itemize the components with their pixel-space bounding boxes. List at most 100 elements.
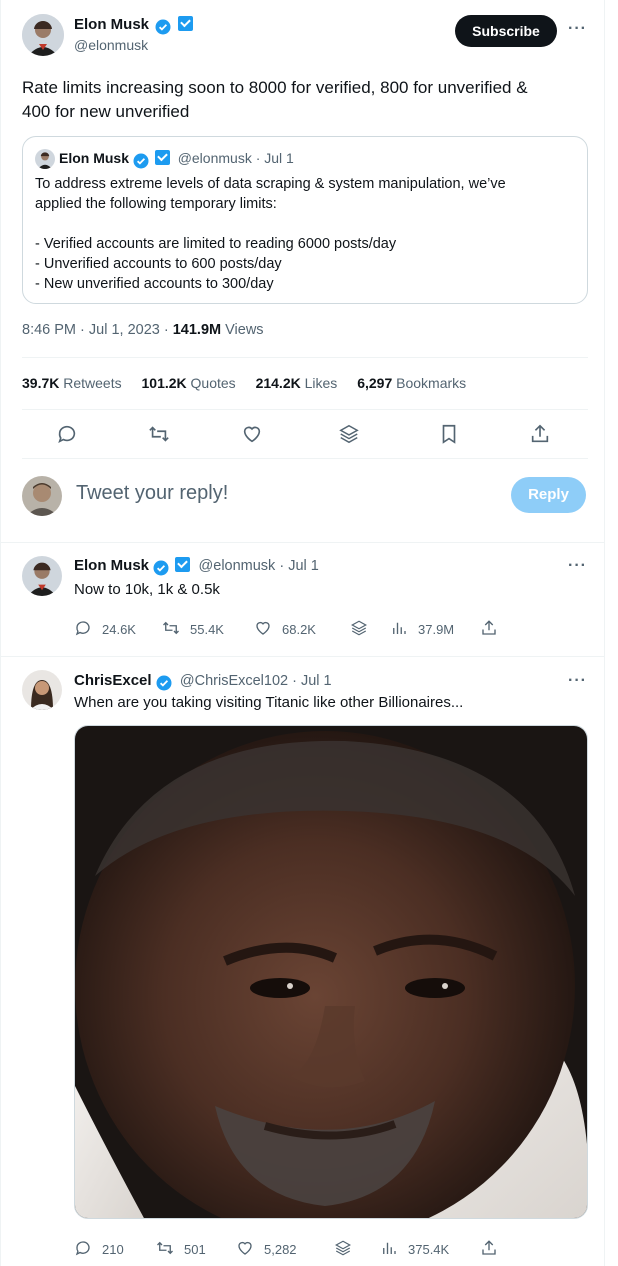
layers-icon[interactable]: [338, 423, 360, 450]
reply1-layers-button[interactable]: [350, 619, 368, 640]
main-author-avatar[interactable]: [22, 14, 64, 56]
reply1-views-button[interactable]: 37.9M: [390, 619, 454, 640]
divider: [22, 409, 588, 410]
verified-badge-icon: [153, 560, 169, 577]
divider: [22, 458, 588, 459]
likes-label: Likes: [300, 375, 338, 391]
quote-text-line2: applied the following temporary limits:: [35, 196, 277, 212]
divider: [0, 656, 605, 657]
retweets-stat[interactable]: 39.7K Retweets: [22, 375, 122, 391]
reply-icon[interactable]: [56, 423, 78, 450]
bookmarks-stat[interactable]: 6,297 Bookmarks: [357, 375, 466, 391]
retweet-icon: [156, 1239, 174, 1260]
reply2-actions: 210 501 5,282 375.4K: [74, 1239, 588, 1259]
reply1-author-name[interactable]: Elon Musk: [74, 557, 149, 574]
quote-author-name: Elon Musk: [59, 150, 130, 166]
reply1-avatar[interactable]: [22, 556, 62, 596]
reply1-retweet-button[interactable]: 55.4K: [162, 619, 224, 640]
views-count: 141.9M: [172, 322, 222, 338]
bookmark-icon[interactable]: [438, 423, 460, 450]
reply2-retweet-button[interactable]: 501: [156, 1239, 206, 1260]
reply1-likes-count: 68.2K: [282, 622, 316, 637]
reply2-header: ChrisExcel @ChrisExcel102 · Jul 1: [74, 672, 332, 692]
more-icon[interactable]: ···: [568, 557, 587, 575]
reply1-replies-count: 24.6K: [102, 622, 136, 637]
divider: [0, 542, 605, 543]
more-icon[interactable]: ···: [568, 20, 587, 38]
reply2-text: When are you taking visiting Titanic lik…: [74, 694, 464, 711]
quote-text-line5: - New unverified accounts to 300/day: [35, 276, 274, 292]
likes-stat[interactable]: 214.2K Likes: [256, 375, 338, 391]
reply2-replies-count: 210: [102, 1242, 124, 1257]
verified-badge-icon: [156, 675, 172, 692]
like-icon: [236, 1239, 254, 1260]
share-icon[interactable]: [529, 423, 551, 450]
main-author-handle[interactable]: @elonmusk: [74, 37, 148, 53]
share-icon: [480, 1239, 498, 1260]
like-icon[interactable]: [241, 423, 263, 450]
quotes-stat[interactable]: 101.2K Quotes: [142, 375, 236, 391]
reply2-reply-button[interactable]: 210: [74, 1239, 124, 1260]
reply2-author-name[interactable]: ChrisExcel: [74, 672, 152, 689]
main-tweet-text: Rate limits increasing soon to 8000 for …: [22, 76, 528, 124]
tweet-stats: 39.7K Retweets 101.2K Quotes 214.2K Like…: [22, 375, 466, 391]
layers-icon: [334, 1239, 352, 1260]
tweet-timestamp: 8:46 PM · Jul 1, 2023 · 141.9M Views: [22, 322, 264, 338]
quote-text-spacer: [35, 214, 506, 234]
divider: [22, 357, 588, 358]
quotes-count: 101.2K: [141, 375, 187, 391]
quote-text-line1: To address extreme levels of data scrapi…: [35, 176, 506, 192]
layers-icon: [350, 619, 368, 640]
verified-badge-icon: [155, 19, 171, 37]
subscribe-button[interactable]: Subscribe: [455, 15, 557, 47]
retweet-icon[interactable]: [148, 423, 170, 450]
quotes-label: Quotes: [186, 375, 236, 391]
reply1-actions: 24.6K 55.4K 68.2K 37.9M: [74, 619, 588, 639]
reply2-handle-date[interactable]: @ChrisExcel102 · Jul 1: [180, 673, 332, 689]
reply1-handle-date[interactable]: @elonmusk · Jul 1: [199, 558, 319, 574]
main-author-name[interactable]: Elon Musk: [74, 16, 149, 33]
reply2-views-count: 375.4K: [408, 1242, 450, 1257]
reply1-text: Now to 10k, 1k & 0.5k: [74, 581, 220, 598]
reply1-retweets-count: 55.4K: [190, 622, 224, 637]
quote-handle-date: @elonmusk · Jul 1: [177, 150, 294, 166]
timestamp-text[interactable]: 8:46 PM · Jul 1, 2023 ·: [22, 322, 173, 338]
retweets-label: Retweets: [59, 375, 122, 391]
quote-tweet-card[interactable]: Elon Musk @elonmusk · Jul 1 To address e…: [22, 136, 588, 304]
main-tweet-text-line2: 400 for new unverified: [22, 102, 190, 121]
current-user-avatar[interactable]: [22, 476, 62, 516]
more-icon[interactable]: ···: [568, 672, 587, 690]
reply1-reply-button[interactable]: 24.6K: [74, 619, 136, 640]
quote-text-line4: - Unverified accounts to 600 posts/day: [35, 256, 282, 272]
bookmarks-label: Bookmarks: [392, 375, 467, 391]
views-icon: [380, 1239, 398, 1260]
like-icon: [254, 619, 272, 640]
reply2-like-button[interactable]: 5,282: [236, 1239, 297, 1260]
quote-text: To address extreme levels of data scrapi…: [35, 174, 506, 294]
reply-icon: [74, 1239, 92, 1260]
views-label: Views: [221, 322, 264, 338]
reply2-share-button[interactable]: [480, 1239, 498, 1260]
x-verified-icon: [177, 16, 193, 31]
views-icon: [390, 619, 408, 640]
reply1-like-button[interactable]: 68.2K: [254, 619, 316, 640]
reply2-layers-button[interactable]: [334, 1239, 352, 1260]
main-author-row: Elon Musk: [74, 16, 193, 37]
reply2-avatar[interactable]: [22, 670, 62, 710]
retweets-count: 39.7K: [22, 375, 60, 391]
share-icon: [480, 619, 498, 640]
verified-badge-icon: [133, 153, 149, 169]
reply-input[interactable]: Tweet your reply!: [76, 482, 228, 505]
reply2-photo[interactable]: [74, 725, 588, 1219]
reply1-header: Elon Musk @elonmusk · Jul 1: [74, 557, 319, 577]
bookmarks-count: 6,297: [357, 375, 393, 391]
reply1-share-button[interactable]: [480, 619, 498, 640]
reply-button[interactable]: Reply: [511, 477, 586, 513]
reply2-retweets-count: 501: [184, 1242, 206, 1257]
x-verified-icon: [154, 150, 170, 165]
quote-header: Elon Musk @elonmusk · Jul 1: [59, 150, 294, 169]
reply2-views-button[interactable]: 375.4K: [380, 1239, 449, 1260]
reply-icon: [74, 619, 92, 640]
quote-author-avatar: [35, 149, 55, 169]
reply2-likes-count: 5,282: [264, 1242, 297, 1257]
